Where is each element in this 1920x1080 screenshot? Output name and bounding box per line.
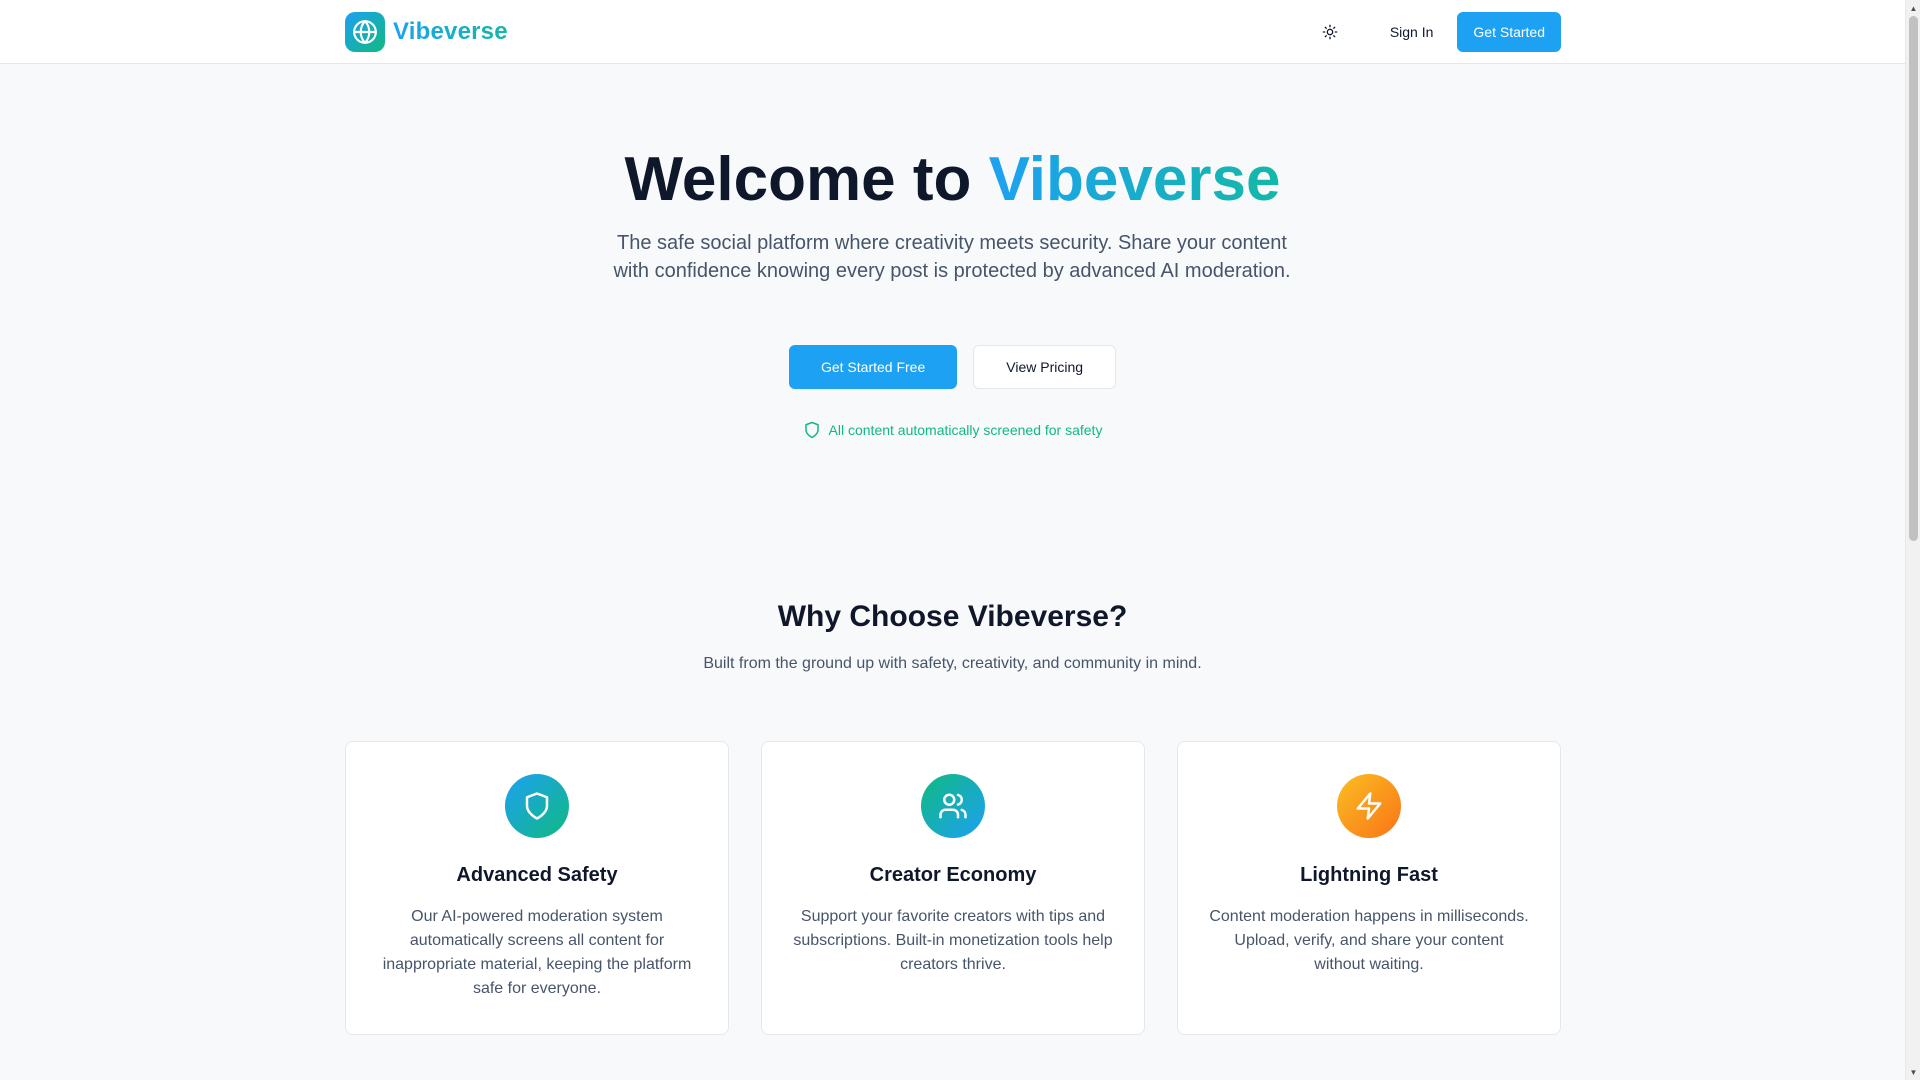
feature-card-creator-economy: Creator Economy Support your favorite cr… — [761, 741, 1145, 1035]
scroll-down-arrow-icon[interactable]: ▼ — [1906, 1064, 1920, 1080]
hero-title-prefix: Welcome to — [624, 145, 989, 214]
lightning-icon — [1337, 774, 1401, 838]
brand-name: Vibeverse — [393, 18, 508, 45]
sun-icon — [1322, 24, 1338, 40]
features-subtitle: Built from the ground up with safety, cr… — [703, 655, 1202, 672]
shield-icon — [804, 421, 819, 439]
get-started-free-button[interactable]: Get Started Free — [788, 345, 958, 389]
hero-title-accent: Vibeverse — [988, 145, 1281, 214]
safety-note-text: All content automatically screened for s… — [828, 422, 1103, 438]
nav-actions: Sign In Get Started — [1310, 12, 1561, 52]
scroll-up-arrow-icon[interactable]: ▲ — [1906, 0, 1920, 16]
navbar-inner: Vibeverse Sign In Get Started — [345, 0, 1561, 64]
brand-link[interactable]: Vibeverse — [345, 12, 508, 52]
feature-card-title: Creator Economy — [869, 864, 1037, 886]
feature-card-title: Advanced Safety — [456, 864, 618, 886]
feature-cards: Advanced Safety Our AI-powered moderatio… — [345, 741, 1561, 1035]
feature-card-text: Support your favorite creators with tips… — [793, 908, 1113, 973]
view-pricing-button[interactable]: View Pricing — [973, 345, 1117, 389]
hero-subtitle: The safe social platform where creativit… — [613, 232, 1291, 282]
page-scrollbar[interactable]: ▲ ▼ — [1905, 0, 1920, 1080]
features-title: Why Choose Vibeverse? — [777, 600, 1128, 633]
shield-icon — [505, 774, 569, 838]
hero-actions: Get Started Free View Pricing — [0, 345, 1905, 389]
feature-card-title: Lightning Fast — [1300, 864, 1438, 886]
feature-card-advanced-safety: Advanced Safety Our AI-powered moderatio… — [345, 741, 729, 1035]
feature-card-text: Content moderation happens in millisecon… — [1209, 908, 1529, 973]
users-icon — [921, 774, 985, 838]
safety-note: All content automatically screened for s… — [0, 421, 1905, 439]
globe-icon — [345, 12, 385, 52]
scroll-thumb[interactable] — [1909, 16, 1918, 541]
feature-card-lightning-fast: Lightning Fast Content moderation happen… — [1177, 741, 1561, 1035]
get-started-button[interactable]: Get Started — [1457, 12, 1561, 52]
theme-toggle-button[interactable] — [1310, 12, 1350, 52]
sign-in-button[interactable]: Sign In — [1374, 14, 1450, 50]
hero-title: Welcome to Vibeverse — [0, 140, 1905, 220]
feature-card-text: Our AI-powered moderation system automat… — [382, 908, 692, 997]
top-navbar: Vibeverse Sign In Get Started — [0, 0, 1905, 64]
